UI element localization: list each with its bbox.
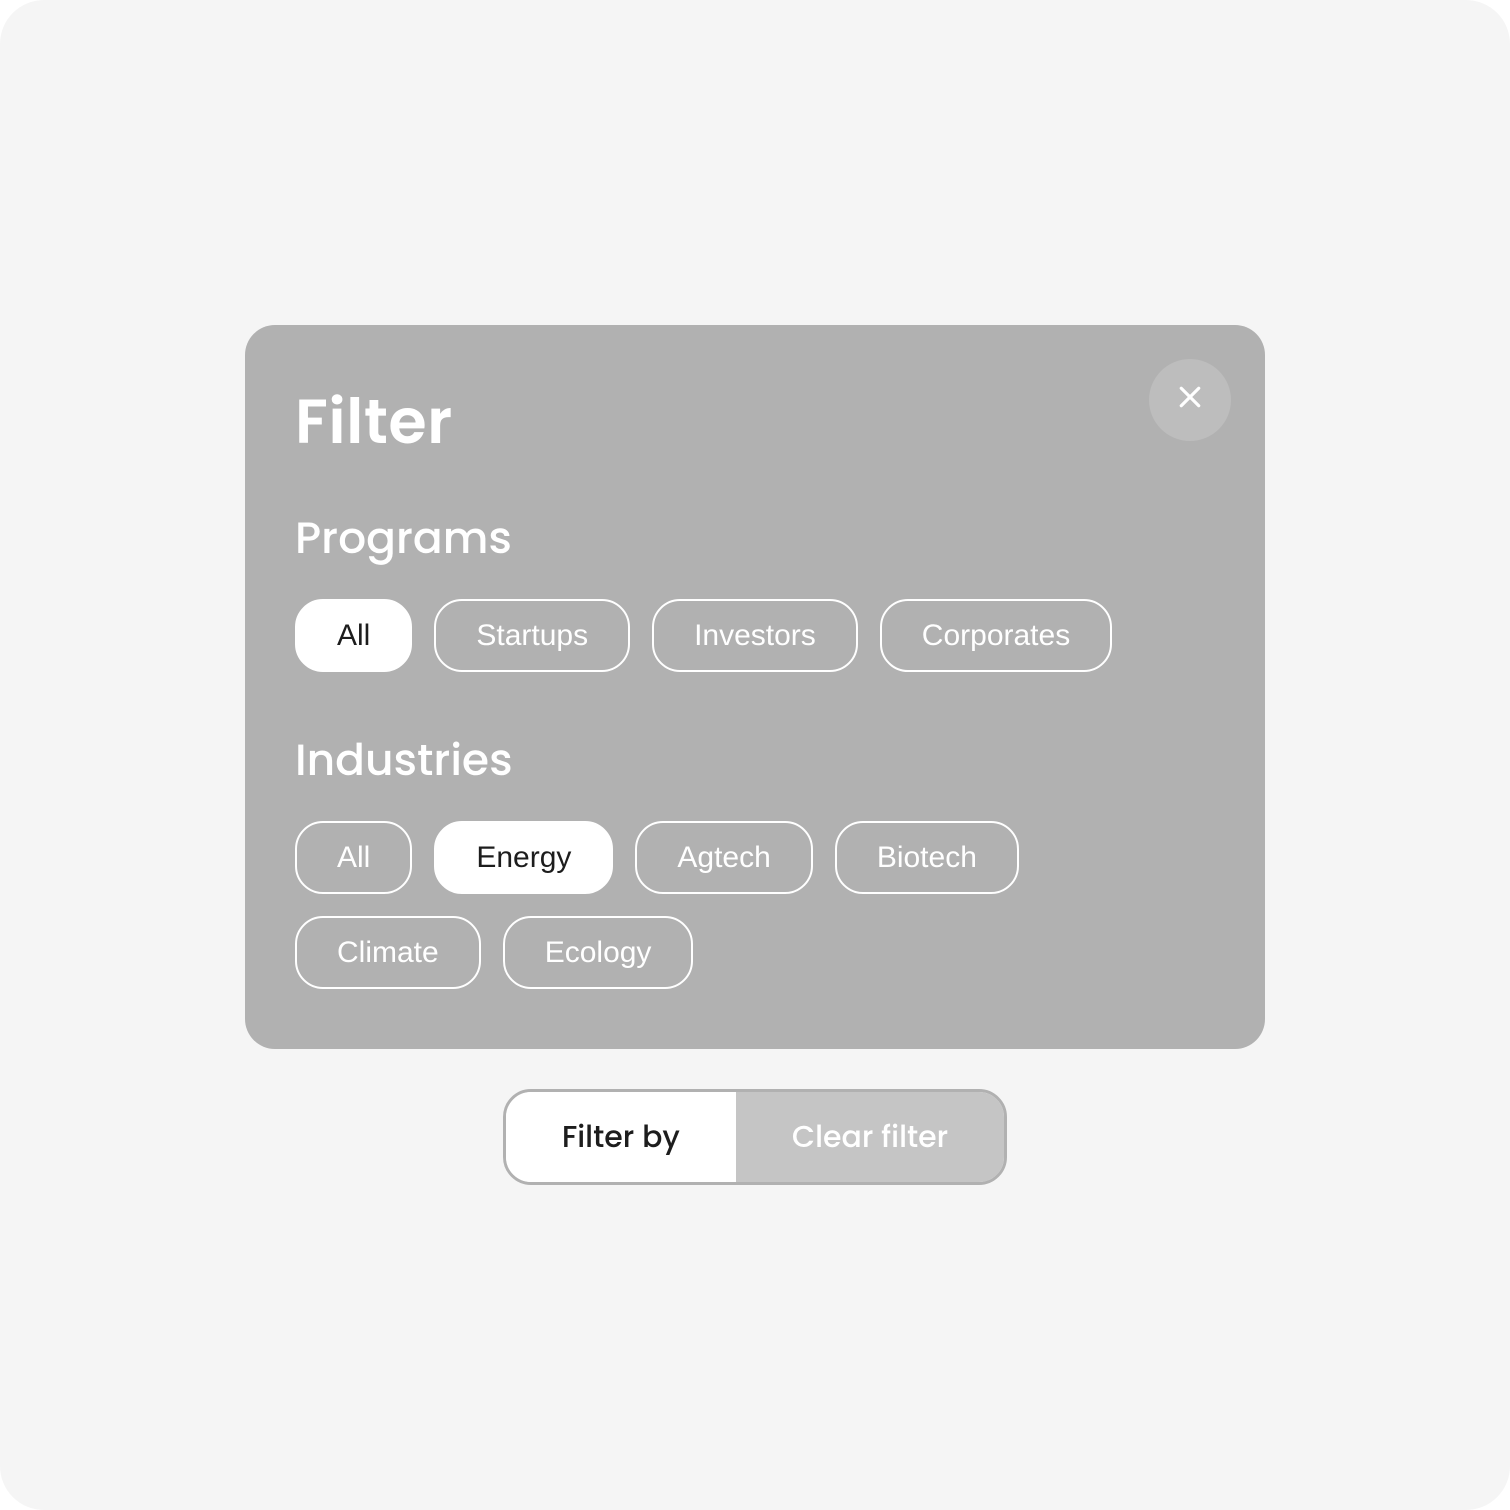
industry-chip-biotech[interactable]: Biotech	[835, 821, 1019, 894]
industries-chip-row: All Energy Agtech Biotech Climate Ecolog…	[295, 821, 1215, 989]
industry-chip-all[interactable]: All	[295, 821, 412, 894]
close-icon	[1175, 382, 1205, 419]
action-bar: Filter by Clear filter	[503, 1089, 1007, 1185]
panel-title: Filter	[295, 375, 1215, 468]
chip-label: All	[337, 841, 370, 874]
program-chip-all[interactable]: All	[295, 599, 412, 672]
filter-panel: Filter Programs All Startups Investors C…	[245, 325, 1265, 1049]
clear-filter-button[interactable]: Clear filter	[736, 1092, 1004, 1182]
industry-chip-ecology[interactable]: Ecology	[503, 916, 694, 989]
program-chip-investors[interactable]: Investors	[652, 599, 858, 672]
chip-label: Ecology	[545, 936, 652, 969]
industry-chip-climate[interactable]: Climate	[295, 916, 481, 989]
industries-heading: Industries	[295, 728, 1215, 793]
button-label: Filter by	[562, 1115, 680, 1158]
chip-label: Investors	[694, 619, 816, 652]
chip-label: Agtech	[677, 841, 770, 874]
button-label: Clear filter	[792, 1115, 948, 1158]
chip-label: Energy	[476, 841, 571, 874]
filter-by-button[interactable]: Filter by	[506, 1092, 736, 1182]
program-chip-corporates[interactable]: Corporates	[880, 599, 1112, 672]
chip-label: Corporates	[922, 619, 1070, 652]
programs-heading: Programs	[295, 506, 1215, 571]
chip-label: Climate	[337, 936, 439, 969]
industry-chip-energy[interactable]: Energy	[434, 821, 613, 894]
chip-label: Biotech	[877, 841, 977, 874]
program-chip-startups[interactable]: Startups	[434, 599, 630, 672]
chip-label: Startups	[476, 619, 588, 652]
app-frame: Filter Programs All Startups Investors C…	[0, 0, 1510, 1510]
programs-chip-row: All Startups Investors Corporates	[295, 599, 1215, 672]
close-button[interactable]	[1149, 359, 1231, 441]
industry-chip-agtech[interactable]: Agtech	[635, 821, 812, 894]
chip-label: All	[337, 619, 370, 652]
